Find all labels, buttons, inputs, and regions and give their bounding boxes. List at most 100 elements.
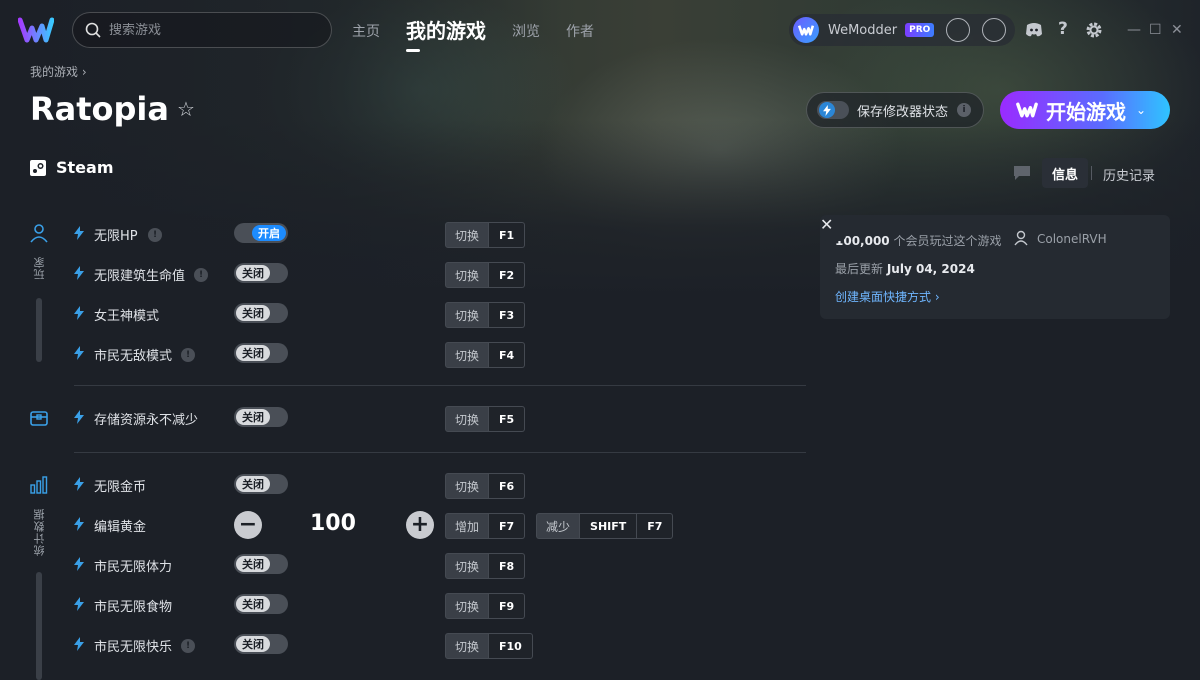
- hotkey-key: F5: [489, 406, 526, 432]
- chevron-down-icon[interactable]: ⌄: [1136, 103, 1146, 117]
- chest-icon[interactable]: [29, 408, 49, 428]
- favorite-star-icon[interactable]: ☆: [177, 97, 195, 121]
- warning-icon[interactable]: !: [181, 348, 195, 362]
- hotkey-group[interactable]: 切换 F5: [445, 406, 526, 432]
- cheat-row: 存储资源永不减少 关闭 切换 F5: [74, 406, 774, 432]
- maximize-icon[interactable]: ☐: [1149, 22, 1162, 38]
- cheat-row: 无限HP ! 开启 切换 F1: [74, 222, 774, 248]
- wemod-avatar-icon: [798, 25, 814, 36]
- bolt-icon: [74, 346, 84, 360]
- bolt-icon: [74, 637, 84, 651]
- play-game-label: 开始游戏: [1046, 99, 1126, 124]
- toggle-state: 关闭: [236, 596, 270, 612]
- hotkey-key: F7: [489, 513, 526, 539]
- warning-icon[interactable]: !: [148, 228, 162, 242]
- hotkey-key: F8: [489, 553, 526, 579]
- breadcrumb[interactable]: 我的游戏 ›: [30, 63, 87, 80]
- tab-divider: [1091, 166, 1092, 180]
- cheat-row: 女王神模式 关闭 切换 F3: [74, 302, 774, 328]
- cheat-toggle[interactable]: 关闭: [234, 303, 288, 323]
- hotkey-group[interactable]: 切换 F10: [445, 633, 533, 659]
- person-icon[interactable]: [29, 223, 49, 243]
- play-game-button[interactable]: 开始游戏 ⌄: [1000, 91, 1170, 129]
- stats-icon[interactable]: [29, 475, 49, 495]
- nav-home[interactable]: 主页: [352, 21, 380, 41]
- nav-browse[interactable]: 浏览: [512, 21, 540, 41]
- search-input[interactable]: [109, 22, 309, 38]
- discord-icon[interactable]: [1024, 20, 1044, 40]
- help-icon[interactable]: ?: [1058, 19, 1078, 39]
- updated-date: July 04, 2024: [886, 262, 975, 276]
- chat-icon[interactable]: [1013, 165, 1031, 181]
- author-name[interactable]: ColonelRVH: [1037, 232, 1107, 246]
- category-scrollbar: [36, 298, 42, 362]
- cheat-toggle[interactable]: 关闭: [234, 634, 288, 654]
- warning-icon[interactable]: !: [181, 639, 195, 653]
- hotkey-group[interactable]: 切换 F6: [445, 473, 526, 499]
- category-scrollbar-2: [36, 572, 42, 680]
- cheat-row: 市民无限体力 关闭 切换 F8: [74, 553, 774, 579]
- bolt-icon: [74, 517, 84, 531]
- save-state-switch[interactable]: [817, 101, 849, 119]
- cheat-name: 女王神模式: [94, 309, 160, 324]
- hotkey-action: 切换: [445, 473, 490, 499]
- toggle-state: 关闭: [236, 476, 270, 492]
- players-count-line: 100,000 个会员玩过这个游戏: [835, 232, 1002, 249]
- steam-icon: [30, 159, 46, 176]
- save-trainer-state-toggle[interactable]: 保存修改器状态 i: [806, 92, 984, 128]
- create-shortcut-link[interactable]: 创建桌面快捷方式 ›: [835, 288, 940, 305]
- bolt-icon: [74, 226, 84, 240]
- hotkey-group-increase[interactable]: 增加 F7: [445, 513, 526, 539]
- controller-icon[interactable]: [946, 18, 971, 42]
- hotkey-group[interactable]: 切换 F4: [445, 342, 526, 368]
- cheat-toggle[interactable]: 关闭: [234, 554, 288, 574]
- info-icon[interactable]: i: [957, 103, 972, 117]
- main-nav: 主页 我的游戏 浏览 作者: [352, 0, 620, 62]
- players-text: 个会员玩过这个游戏: [893, 234, 1002, 248]
- tab-info[interactable]: 信息: [1042, 158, 1088, 188]
- close-window-icon[interactable]: ✕: [1171, 22, 1183, 38]
- stepper-value[interactable]: 100: [310, 511, 356, 536]
- cheat-name: 编辑黄金: [94, 520, 147, 535]
- cheat-name: 市民无敌模式: [94, 349, 173, 364]
- hotkey-group[interactable]: 切换 F1: [445, 222, 526, 248]
- hotkey-group[interactable]: 切换 F2: [445, 262, 526, 288]
- username: WeModder: [828, 22, 898, 38]
- search-box[interactable]: [72, 12, 332, 48]
- warning-icon[interactable]: !: [194, 268, 208, 282]
- decrement-button[interactable]: −: [234, 511, 262, 539]
- nav-my-games[interactable]: 我的游戏: [406, 15, 486, 52]
- cheat-toggle[interactable]: 开启: [234, 223, 288, 243]
- overlay-icon[interactable]: [982, 18, 1007, 42]
- hotkey-action: 切换: [445, 342, 490, 368]
- platform-label: Steam: [30, 158, 114, 177]
- minimize-icon[interactable]: —: [1127, 22, 1141, 38]
- tab-history[interactable]: 历史记录: [1103, 165, 1155, 184]
- hotkey-group[interactable]: 切换 F8: [445, 553, 526, 579]
- hotkey-group[interactable]: 切换 F9: [445, 593, 526, 619]
- user-icon: [1014, 230, 1028, 246]
- platform-name: Steam: [56, 158, 114, 177]
- cheat-toggle[interactable]: 关闭: [234, 263, 288, 283]
- hotkey-group-decrease[interactable]: 减少 SHIFT F7: [536, 513, 674, 539]
- increment-button[interactable]: +: [406, 511, 434, 539]
- cheat-name: 存储资源永不减少: [94, 413, 199, 428]
- cheat-toggle[interactable]: 关闭: [234, 594, 288, 614]
- close-panel-button[interactable]: ✕: [820, 215, 846, 241]
- wemod-logo-icon[interactable]: [18, 16, 54, 44]
- account-menu[interactable]: WeModder PRO: [789, 14, 1015, 46]
- cheat-row: 无限建筑生命值 ! 关闭 切换 F2: [74, 262, 774, 288]
- gear-icon[interactable]: [1084, 20, 1104, 40]
- bolt-icon: [74, 266, 84, 280]
- cheat-toggle[interactable]: 关闭: [234, 407, 288, 427]
- cheat-toggle[interactable]: 关闭: [234, 343, 288, 363]
- save-state-label: 保存修改器状态: [857, 104, 949, 120]
- hotkey-action: 减少: [536, 513, 581, 539]
- toggle-state: 关闭: [236, 409, 270, 425]
- hotkey-key: F7: [637, 513, 674, 539]
- cheat-toggle[interactable]: 关闭: [234, 474, 288, 494]
- nav-creators[interactable]: 作者: [566, 21, 594, 41]
- avatar: [793, 17, 819, 43]
- cheat-row-stepper: 编辑黄金 − 100 + 增加 F7 减少 SHIFT F7: [74, 511, 774, 539]
- hotkey-group[interactable]: 切换 F3: [445, 302, 526, 328]
